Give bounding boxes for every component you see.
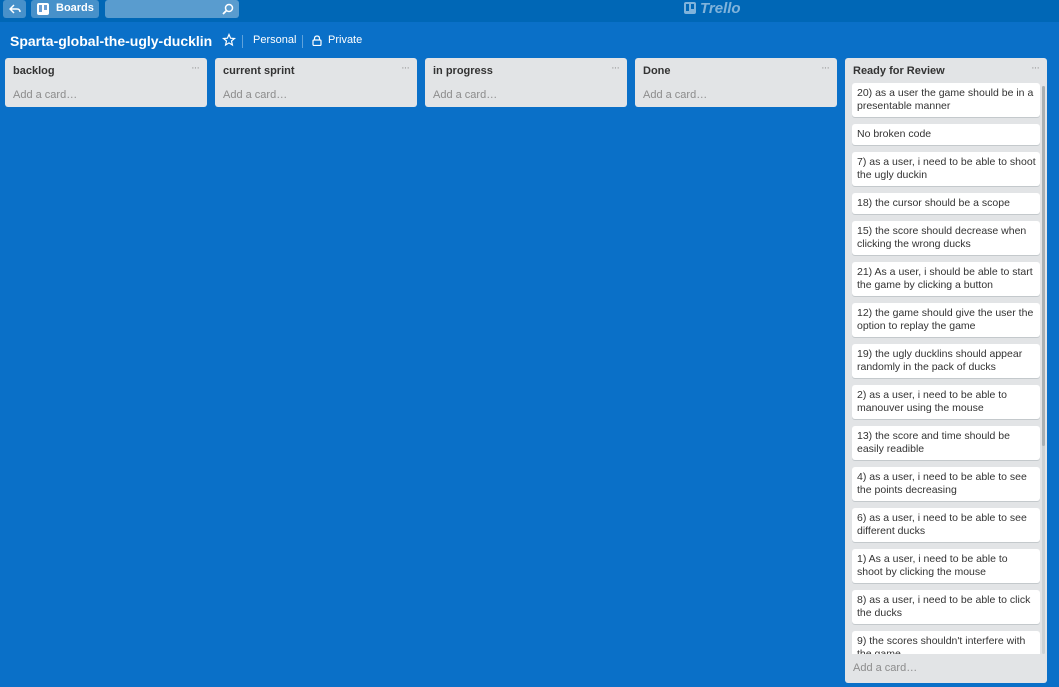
list-title[interactable]: Done bbox=[643, 65, 671, 77]
list-title[interactable]: Ready for Review bbox=[853, 65, 945, 77]
card[interactable]: 12) the game should give the user the op… bbox=[852, 303, 1040, 337]
list-menu-icon[interactable]: ··· bbox=[191, 62, 200, 74]
card[interactable]: 20) as a user the game should be in a pr… bbox=[852, 83, 1040, 117]
list-title[interactable]: current sprint bbox=[223, 65, 295, 77]
card[interactable]: No broken code bbox=[852, 124, 1040, 145]
boards-icon bbox=[37, 3, 49, 15]
card[interactable]: 19) the ugly ducklins should appear rand… bbox=[852, 344, 1040, 378]
trello-logo-icon bbox=[684, 2, 696, 14]
list-scrollbar[interactable] bbox=[1042, 86, 1045, 654]
list-current-sprint: current sprint ··· Add a card… bbox=[215, 58, 417, 107]
back-button[interactable] bbox=[3, 0, 26, 18]
star-icon[interactable] bbox=[222, 33, 236, 47]
header-divider bbox=[242, 35, 243, 48]
list-menu-icon[interactable]: ··· bbox=[1031, 62, 1040, 74]
header-divider bbox=[302, 35, 303, 48]
boards-button[interactable]: Boards bbox=[31, 0, 99, 18]
card[interactable]: 2) as a user, i need to be able to manou… bbox=[852, 385, 1040, 419]
search-input[interactable] bbox=[109, 1, 213, 19]
list-title[interactable]: backlog bbox=[13, 65, 55, 77]
board-title[interactable]: Sparta-global-the-ugly-ducklin bbox=[10, 33, 212, 49]
card[interactable]: 1) As a user, i need to be able to shoot… bbox=[852, 549, 1040, 583]
visibility-button[interactable]: Private bbox=[328, 34, 362, 46]
list-backlog: backlog ··· Add a card… bbox=[5, 58, 207, 107]
list-menu-icon[interactable]: ··· bbox=[611, 62, 620, 74]
back-arrow-icon bbox=[9, 4, 21, 14]
card[interactable]: 13) the score and time should be easily … bbox=[852, 426, 1040, 460]
list-title[interactable]: in progress bbox=[433, 65, 493, 77]
team-button[interactable]: Personal bbox=[253, 34, 296, 46]
search-field[interactable] bbox=[105, 0, 239, 19]
card[interactable]: 8) as a user, i need to be able to click… bbox=[852, 590, 1040, 624]
card[interactable]: 21) As a user, i should be able to start… bbox=[852, 262, 1040, 296]
card[interactable]: 9) the scores shouldn't interfere with t… bbox=[852, 631, 1040, 654]
card[interactable]: 7) as a user, i need to be able to shoot… bbox=[852, 152, 1040, 186]
card[interactable]: 4) as a user, i need to be able to see t… bbox=[852, 467, 1040, 501]
card[interactable]: 6) as a user, i need to be able to see d… bbox=[852, 508, 1040, 542]
list-menu-icon[interactable]: ··· bbox=[821, 62, 830, 74]
card[interactable]: 15) the score should decrease when click… bbox=[852, 221, 1040, 255]
list-in-progress: in progress ··· Add a card… bbox=[425, 58, 627, 107]
card-container: 20) as a user the game should be in a pr… bbox=[852, 83, 1040, 654]
add-card-link[interactable]: Add a card… bbox=[853, 662, 917, 674]
card[interactable]: 18) the cursor should be a scope bbox=[852, 193, 1040, 214]
list-done: Done ··· Add a card… bbox=[635, 58, 837, 107]
scrollbar-thumb[interactable] bbox=[1042, 86, 1045, 446]
add-card-link[interactable]: Add a card… bbox=[13, 89, 77, 101]
list-menu-icon[interactable]: ··· bbox=[401, 62, 410, 74]
search-icon[interactable] bbox=[222, 3, 234, 15]
add-card-link[interactable]: Add a card… bbox=[223, 89, 287, 101]
add-card-link[interactable]: Add a card… bbox=[643, 89, 707, 101]
top-header-bar: Boards Trello bbox=[0, 0, 1059, 22]
list-ready-for-review: Ready for Review ··· 20) as a user the g… bbox=[845, 58, 1047, 683]
lock-icon bbox=[312, 35, 322, 46]
logo-text: Trello bbox=[700, 0, 741, 17]
add-card-link[interactable]: Add a card… bbox=[433, 89, 497, 101]
boards-label: Boards bbox=[56, 2, 94, 14]
